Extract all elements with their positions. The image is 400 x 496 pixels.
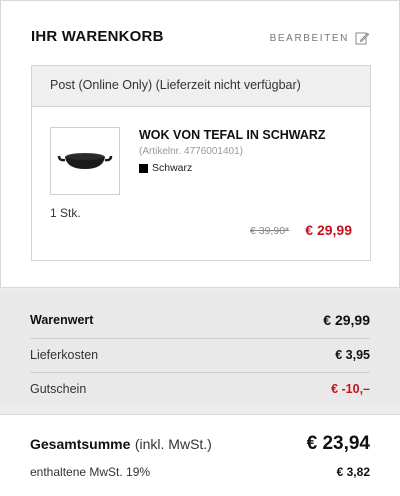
color-name: Schwarz: [152, 162, 193, 174]
cart-title: IHR WARENKORB: [31, 28, 164, 45]
total-card: Gesamtsumme (inkl. MwSt.) € 23,94 enthal…: [0, 414, 400, 496]
edit-button[interactable]: BEARBEITEN: [270, 31, 369, 45]
product-color: Schwarz: [139, 162, 192, 174]
shipping-method: Post (Online Only) (Lieferzeit nicht ver…: [32, 66, 370, 107]
product-article-number: (Artikelnr. 4776001401): [139, 146, 243, 157]
voucher-value: € -10,–: [331, 381, 370, 396]
total-value: € 23,94: [306, 433, 370, 454]
product-name[interactable]: WOK VON TEFAL IN SCHWARZ: [139, 128, 326, 142]
total-label: Gesamtsumme: [30, 436, 131, 452]
vat-row: enthaltene MwSt. 19% € 3,82: [30, 465, 370, 479]
product-quantity: 1 Stk.: [50, 206, 81, 220]
edit-label: BEARBEITEN: [269, 32, 349, 44]
cart-card: IHR WARENKORB BEARBEITEN Post (Online On…: [0, 0, 400, 288]
product-image[interactable]: [50, 127, 120, 195]
goods-label: Warenwert: [30, 313, 94, 327]
goods-value: € 29,99: [323, 312, 370, 328]
wok-icon: [57, 153, 113, 169]
summary-row-delivery: Lieferkosten € 3,95: [30, 338, 370, 370]
delivery-value: € 3,95: [335, 347, 370, 362]
current-price: € 29,99: [305, 222, 352, 238]
summary-row-voucher: Gutschein € -10,–: [30, 372, 370, 404]
summary-row-goods: Warenwert € 29,99: [30, 304, 370, 336]
pencil-icon: [355, 32, 369, 45]
total-note: (inkl. MwSt.): [134, 436, 212, 452]
total-label-group: Gesamtsumme (inkl. MwSt.): [30, 436, 212, 454]
delivery-label: Lieferkosten: [30, 347, 99, 362]
color-swatch: [139, 163, 148, 173]
shipping-group: Post (Online Only) (Lieferzeit nicht ver…: [31, 65, 371, 261]
vat-label: enthaltene MwSt. 19%: [30, 465, 151, 479]
cart-summary: Warenwert € 29,99 Lieferkosten € 3,95 Gu…: [0, 294, 400, 406]
voucher-label: Gutschein: [30, 381, 87, 396]
old-price: € 39,90*: [250, 225, 290, 237]
vat-value: € 3,82: [336, 465, 370, 479]
total-row: Gesamtsumme (inkl. MwSt.) € 23,94: [30, 433, 370, 455]
